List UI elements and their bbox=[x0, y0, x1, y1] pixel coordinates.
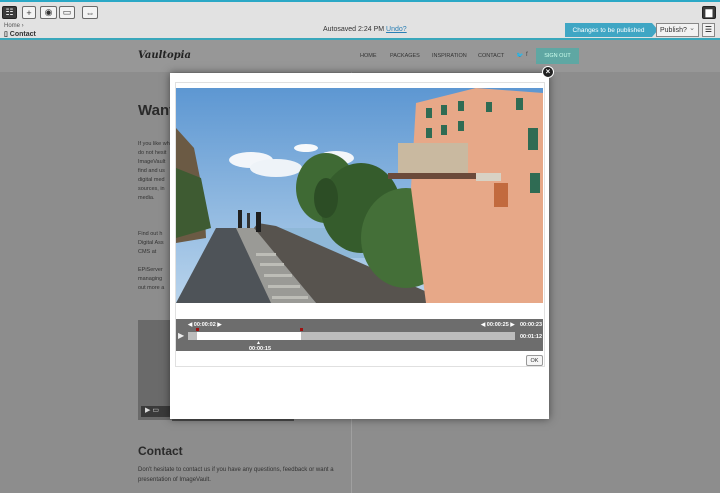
nav-contact[interactable]: CONTACT bbox=[478, 53, 504, 59]
breadcrumb[interactable]: Home › bbox=[4, 23, 24, 29]
contact-heading: Contact bbox=[138, 444, 183, 458]
menu-button[interactable]: ☰ bbox=[702, 23, 715, 37]
end-marker[interactable] bbox=[300, 328, 303, 331]
assets-button[interactable]: ▆ bbox=[702, 6, 716, 19]
autosave-status: Autosaved 2:24 PM Undo? bbox=[323, 26, 407, 33]
nav-home[interactable]: HOME bbox=[360, 53, 377, 59]
nav-packages[interactable]: PACKAGES bbox=[390, 53, 420, 59]
chevron-down-icon: ⌄ bbox=[689, 25, 695, 32]
sign-out-button[interactable]: SIGN OUT bbox=[536, 48, 579, 64]
preview-button[interactable]: ◉ bbox=[40, 6, 57, 19]
screen-icon: ▭ bbox=[62, 7, 72, 17]
device-preview-button[interactable]: ▭ bbox=[59, 6, 75, 19]
compare-button[interactable]: ⇔ bbox=[82, 6, 98, 19]
undo-link[interactable]: Undo? bbox=[386, 26, 407, 33]
cms-toolbar: ☷ + ◉ ▭ ⇔ ▆ Home › ▯ Contact Autosaved 2… bbox=[0, 0, 720, 40]
selected-range[interactable] bbox=[197, 332, 301, 340]
video-frame[interactable] bbox=[176, 88, 543, 303]
start-marker[interactable] bbox=[196, 328, 199, 331]
add-button[interactable]: + bbox=[22, 6, 36, 19]
arrow-right-icon[interactable]: ▶ bbox=[509, 322, 514, 328]
list-icon: ☰ bbox=[704, 25, 713, 34]
tree-icon: ☷ bbox=[5, 7, 14, 17]
end-time[interactable]: ◀ 00:00:25 ▶ bbox=[481, 322, 515, 328]
twitter-icon[interactable]: 🐦 bbox=[516, 52, 523, 59]
intro-text: If you like wh do not hesit ImageVault find… bbox=[138, 141, 170, 201]
facebook-icon[interactable]: f bbox=[526, 52, 528, 58]
site-logo[interactable]: Vaultopia bbox=[138, 50, 191, 61]
video-play-icon[interactable]: ▶ ▭ bbox=[141, 406, 171, 417]
total-duration: 00:01:12 bbox=[520, 334, 543, 340]
folder-icon: ▆ bbox=[705, 7, 713, 17]
video-scene-image bbox=[176, 88, 543, 303]
nav-inspiration[interactable]: INSPIRATION bbox=[432, 53, 467, 59]
site-header: Vaultopia HOME PACKAGES INSPIRATION CONT… bbox=[0, 40, 720, 72]
embedded-video[interactable]: ▶ ▭ bbox=[138, 320, 173, 420]
pages-tree-button[interactable]: ☷ bbox=[2, 6, 17, 19]
clip-duration: 00:00:23 bbox=[520, 322, 543, 328]
page-title: ▯ Contact bbox=[4, 31, 36, 38]
eye-icon: ◉ bbox=[44, 7, 53, 17]
contact-text: Don't hesitate to contact us if you have… bbox=[138, 467, 334, 483]
episerver-text: EPiServer managing out more a bbox=[138, 267, 165, 291]
info-text: Find out h Digital Ass CMS at bbox=[138, 231, 164, 255]
publish-button[interactable]: Publish? ⌄ bbox=[656, 23, 699, 37]
current-position: 00:00:15 bbox=[249, 346, 272, 352]
ok-button[interactable]: OK bbox=[526, 355, 543, 366]
arrow-right-icon[interactable]: ▶ bbox=[216, 322, 221, 328]
play-icon[interactable]: ▶ bbox=[178, 331, 184, 340]
start-time[interactable]: ◀ 00:00:02 ▶ bbox=[188, 322, 222, 328]
compare-icon: ⇔ bbox=[85, 7, 95, 18]
plus-icon: + bbox=[26, 7, 32, 18]
content-heading: Want bbox=[138, 102, 175, 119]
changes-flag: Changes to be published bbox=[565, 23, 658, 37]
close-icon[interactable]: × bbox=[542, 66, 554, 78]
